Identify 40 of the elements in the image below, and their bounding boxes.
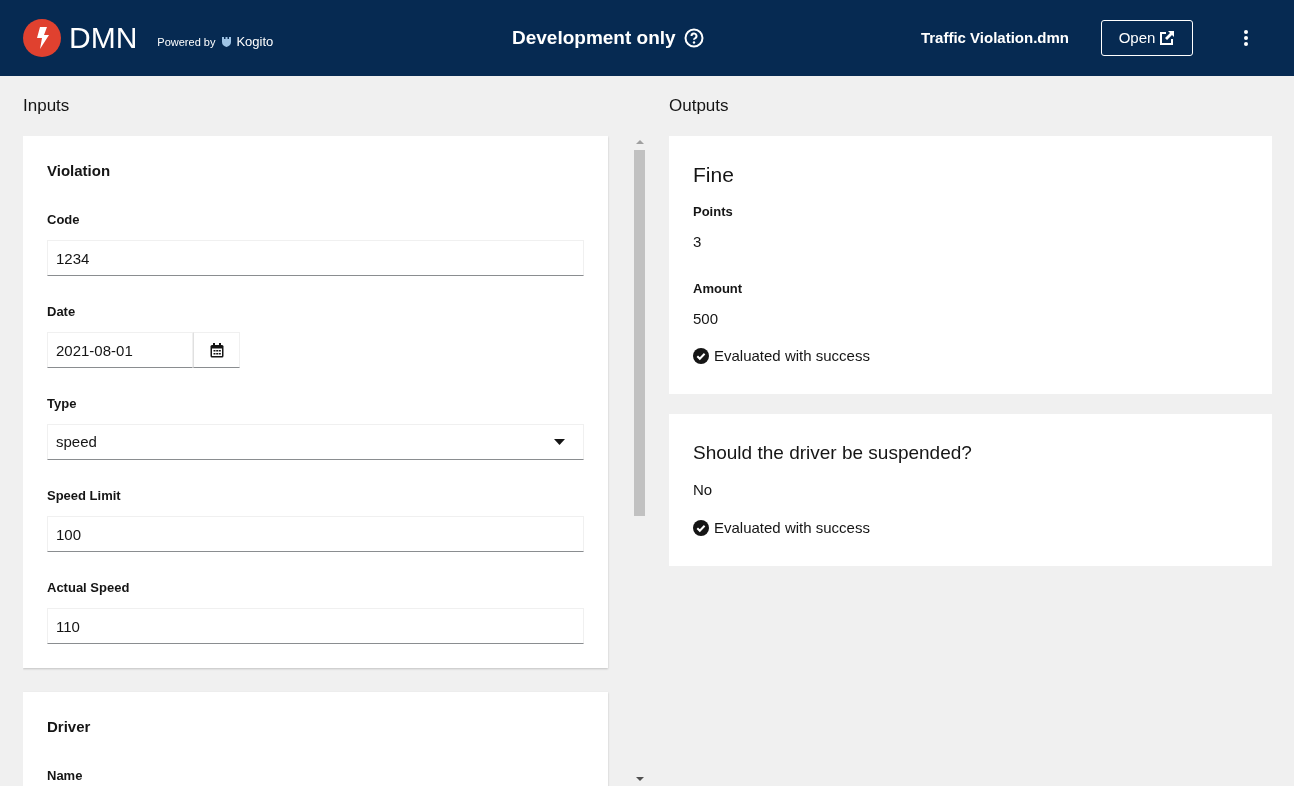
result-title: Fine [693, 162, 735, 188]
result-value: 500 [693, 309, 720, 329]
check-circle-icon [693, 520, 709, 536]
input-field[interactable]: 100 [47, 516, 584, 552]
check-circle-icon [693, 348, 709, 364]
caret-icon [554, 439, 565, 445]
help-icon[interactable] [683, 28, 704, 48]
calendar-icon [209, 342, 224, 358]
result-label: Amount [693, 280, 744, 298]
result-title: Should the driver be suspended? [693, 441, 973, 465]
open-button[interactable]: Open [1101, 20, 1193, 56]
select-field[interactable]: speed [47, 424, 584, 460]
field-label: Speed Limit [47, 487, 122, 505]
inputs-heading: Inputs [23, 95, 71, 118]
result-value: No [693, 480, 714, 500]
product-name: DMN [69, 23, 138, 53]
lightning-logo-icon [23, 19, 61, 57]
external-link-icon [1159, 30, 1176, 46]
brand-name: Kogito [236, 33, 274, 52]
section-title: Violation [47, 161, 112, 181]
date-field[interactable]: 2021-08-01 [47, 332, 193, 368]
input-field[interactable]: 110 [47, 608, 584, 644]
section-title: Driver [47, 717, 92, 737]
result-value: 3 [693, 232, 703, 252]
castle-logo-icon [221, 35, 233, 47]
field-label: Actual Speed [47, 579, 131, 597]
result-label: Points [693, 203, 734, 221]
outputs-heading: Outputs [669, 95, 730, 118]
status-text: Evaluated with success [714, 346, 870, 366]
input-field[interactable]: 1234 [47, 240, 584, 276]
notice-title: Development only [512, 25, 676, 50]
field-label: Code [47, 211, 81, 229]
kebab-menu-icon[interactable] [1243, 29, 1249, 47]
field-label: Type [47, 395, 78, 413]
powered-by-label: Powered by [157, 34, 216, 50]
calendar-button[interactable] [193, 332, 240, 368]
file-name: Traffic Violation.dmn [920, 27, 1069, 48]
field-label: Name [47, 767, 84, 785]
status-text: Evaluated with success [714, 518, 870, 538]
field-label: Date [47, 303, 77, 321]
